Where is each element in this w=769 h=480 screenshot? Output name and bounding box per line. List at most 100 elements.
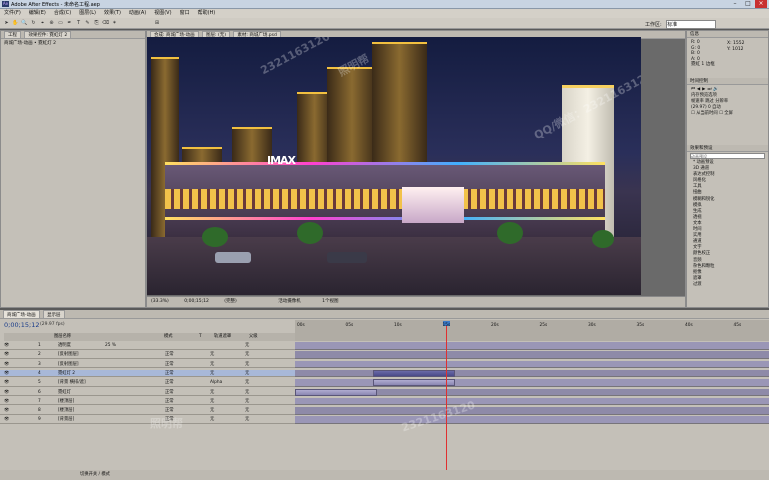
layer-mode-select[interactable]: 正常	[165, 407, 174, 414]
layer-track[interactable]	[295, 369, 769, 378]
layer-track[interactable]	[295, 388, 769, 396]
layer-track[interactable]	[295, 379, 769, 387]
layer-parent-select[interactable]: 无	[245, 351, 249, 358]
layer-track[interactable]	[295, 360, 769, 369]
layer-name[interactable]: 霓虹灯	[58, 389, 71, 396]
visibility-eye-icon[interactable]: 👁	[4, 416, 9, 423]
views-select[interactable]: 1个视图	[322, 299, 338, 304]
layer-row[interactable]: 👁 9 [背景层] 正常 无 无	[0, 416, 295, 424]
layer-duration-bar[interactable]	[373, 379, 455, 387]
tab-project[interactable]: 工程	[4, 31, 21, 38]
tab-timeline-render[interactable]: 显示层	[43, 310, 65, 318]
minimize-button[interactable]: –	[729, 0, 741, 8]
zoom-tool-icon[interactable]: 🔍	[21, 20, 28, 27]
layer-track[interactable]	[295, 351, 769, 359]
layer-duration-bar[interactable]	[295, 388, 377, 396]
layer-row[interactable]: 👁 4 霓虹灯 2 正常 无 无	[0, 369, 295, 378]
layer-mode-select[interactable]: 正常	[165, 351, 174, 358]
text-tool-icon[interactable]: T	[75, 20, 82, 27]
workspace-select[interactable]: 标准	[666, 20, 717, 29]
snap-toggle-icon[interactable]: ⊞	[150, 20, 164, 27]
menu-item[interactable]: 帮助(H)	[194, 9, 220, 18]
layer-parent-select[interactable]: 无	[245, 416, 249, 423]
effects-search-input[interactable]: 动画预设	[690, 153, 765, 159]
layer-mode-select[interactable]: 正常	[165, 361, 174, 368]
layer-row[interactable]: 👁 7 [楼顶层] 正常 无 无	[0, 397, 295, 406]
layer-name[interactable]: [楼顶层]	[58, 398, 74, 405]
layer-name[interactable]: 霓虹灯 2	[58, 370, 75, 377]
layer-name[interactable]: [反射图层]	[58, 351, 79, 358]
rotate-tool-icon[interactable]: ↻	[30, 20, 37, 27]
skip-field[interactable]: 0	[708, 105, 711, 110]
layer-row[interactable]: 👁 1 透明度 无 25 %	[0, 342, 295, 350]
layer-mode-select[interactable]: 正常	[165, 379, 174, 386]
layer-mode-select[interactable]: 正常	[165, 398, 174, 405]
layer-matte-select[interactable]: 无	[210, 351, 214, 358]
layer-name[interactable]: [楼顶层]	[58, 407, 74, 414]
menu-item[interactable]: 视图(V)	[150, 9, 175, 18]
fps-select[interactable]: (29.97)	[691, 105, 707, 110]
layer-matte-select[interactable]: 无	[210, 407, 214, 414]
visibility-eye-icon[interactable]: 👁	[4, 361, 9, 368]
resolution-select[interactable]: (完整)	[224, 299, 237, 304]
resolution-select[interactable]: 自动	[712, 105, 721, 110]
info-tab[interactable]: 信息	[687, 31, 768, 38]
menu-item[interactable]: 编辑(E)	[25, 9, 50, 18]
visibility-eye-icon[interactable]: 👁	[4, 398, 9, 405]
layer-track[interactable]	[295, 407, 769, 415]
layer-mode-select[interactable]: 正常	[165, 370, 174, 377]
layer-parent-select[interactable]: 无	[245, 379, 249, 386]
timeline-zoom-slider[interactable]	[295, 470, 769, 480]
tab-effect-controls[interactable]: 效果控件: 霓虹灯 2	[24, 31, 72, 38]
eraser-tool-icon[interactable]: ⌫	[102, 20, 109, 27]
maximize-button[interactable]: □	[742, 0, 754, 8]
menu-item[interactable]: 动画(A)	[125, 9, 150, 18]
comp-timecode[interactable]: 0;00;15;12	[184, 299, 209, 304]
visibility-eye-icon[interactable]: 👁	[4, 379, 9, 386]
layer-row[interactable]: 👁 5 [背景 横排/遮] 正常 Alpha 无	[0, 379, 295, 387]
layer-parent-select[interactable]: 无	[245, 407, 249, 414]
visibility-eye-icon[interactable]: 👁	[4, 351, 9, 358]
layer-row[interactable]: 👁 6 霓虹灯 正常 无 无	[0, 388, 295, 396]
menu-item[interactable]: 文件(F)	[0, 9, 25, 18]
layer-name[interactable]: [背景 横排/遮]	[58, 379, 86, 386]
layer-parent-select[interactable]: 无	[245, 398, 249, 405]
fullscreen-checkbox[interactable]: 全屏	[724, 111, 733, 116]
time-ruler[interactable]	[295, 320, 769, 341]
visibility-eye-icon[interactable]: 👁	[4, 342, 9, 349]
layer-parent-select[interactable]: 无	[245, 342, 249, 349]
pan-behind-tool-icon[interactable]: ⊕	[48, 20, 55, 27]
from-current-checkbox[interactable]: 从当前时间	[696, 111, 717, 116]
visibility-eye-icon[interactable]: 👁	[4, 389, 9, 396]
composition-viewer[interactable]: IMAX 照明帮 2321163120 QQ/微信：2321163120	[147, 37, 641, 295]
hand-tool-icon[interactable]: ✋	[12, 20, 19, 27]
tab-timeline-comp[interactable]: 商城广场-动画	[3, 310, 40, 318]
menu-item[interactable]: 图层(L)	[75, 9, 100, 18]
zoom-level[interactable]: (33.3%)	[151, 299, 169, 304]
puppet-tool-icon[interactable]: ✶	[111, 20, 118, 27]
clone-tool-icon[interactable]: ⎘	[93, 20, 100, 27]
camera-select[interactable]: 活动摄像机	[278, 299, 301, 304]
layer-row[interactable]: 👁 3 [反射图层] 正常 无 无	[0, 360, 295, 369]
effects-tab[interactable]: 效果和预设	[687, 145, 768, 152]
layer-parent-select[interactable]: 无	[245, 370, 249, 377]
visibility-eye-icon[interactable]: 👁	[4, 370, 9, 377]
preview-tab[interactable]: 时间控制	[687, 78, 768, 85]
layer-name[interactable]: 透明度	[58, 342, 71, 349]
layer-track[interactable]	[295, 397, 769, 406]
layer-value[interactable]: 25 %	[105, 342, 116, 349]
layer-mode-select[interactable]: 正常	[165, 389, 174, 396]
layer-matte-select[interactable]: 无	[210, 370, 214, 377]
effects-list-item[interactable]: 过渡	[687, 282, 768, 288]
layer-matte-select[interactable]: 无	[210, 416, 214, 423]
layer-name[interactable]: [背景层]	[58, 416, 74, 423]
menu-item[interactable]: 合成(C)	[50, 9, 75, 18]
layer-row[interactable]: 👁 8 [楼顶层] 正常 无 无	[0, 407, 295, 415]
layer-name[interactable]: [反射图层]	[58, 361, 79, 368]
layer-matte-select[interactable]: 无	[210, 398, 214, 405]
playhead[interactable]	[446, 322, 447, 470]
layer-matte-select[interactable]: Alpha	[210, 379, 222, 386]
mask-tool-icon[interactable]: ▭	[57, 20, 64, 27]
brush-tool-icon[interactable]: ✎	[84, 20, 91, 27]
menu-item[interactable]: 窗口	[176, 9, 194, 18]
